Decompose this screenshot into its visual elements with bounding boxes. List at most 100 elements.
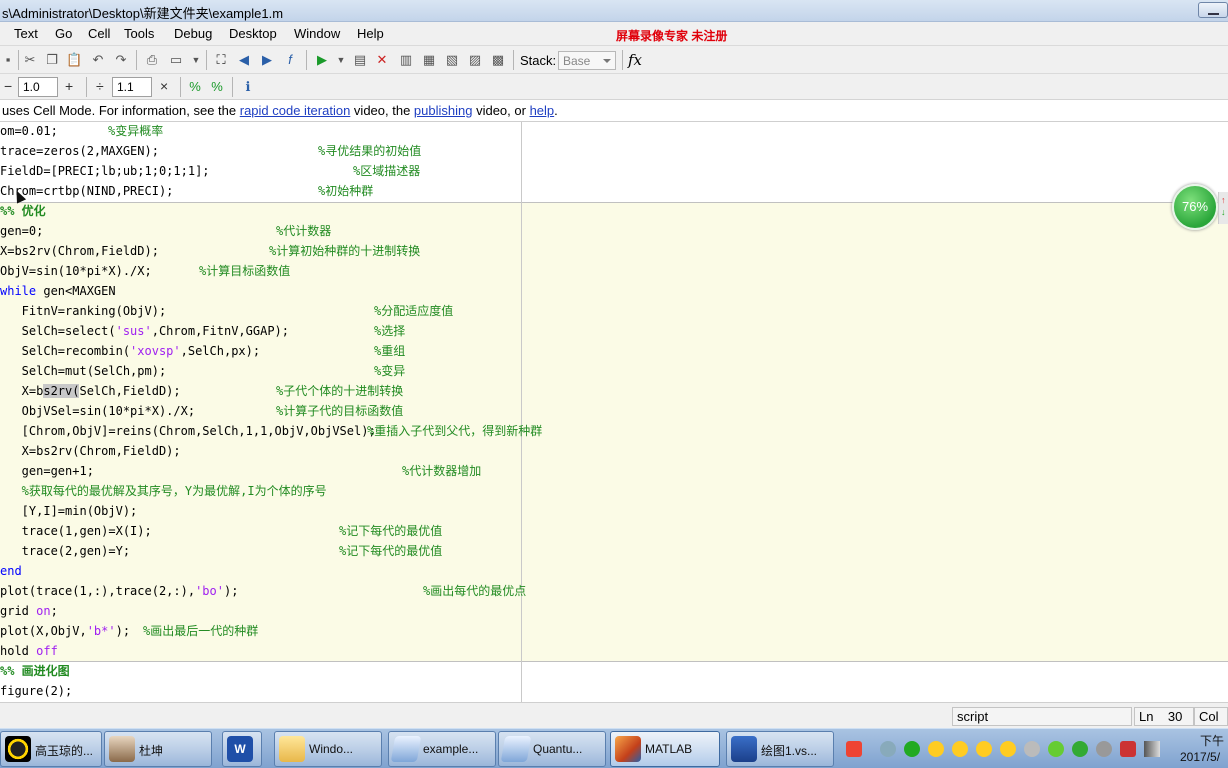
code-line[interactable]: end (0, 561, 22, 581)
multiply-icon[interactable]: × (160, 78, 168, 94)
code-line[interactable]: [Chrom,ObjV]=reins(Chrom,SelCh,1,1,ObjV,… (0, 421, 376, 441)
chevron-down-icon[interactable]: ▼ (336, 52, 346, 68)
menu-go[interactable]: Go (55, 26, 72, 41)
code-line[interactable]: FitnV=ranking(ObjV); (0, 301, 167, 321)
code-line[interactable]: while gen<MAXGEN (0, 281, 116, 301)
decrement-value-input[interactable]: 1.0 (18, 77, 58, 97)
code-line[interactable]: grid on; (0, 601, 58, 621)
back-arrow-icon[interactable]: ◀ (236, 52, 252, 68)
signal-bars-icon[interactable] (1144, 741, 1160, 757)
qq-penguin-icon (5, 736, 31, 762)
speaker-icon[interactable] (1024, 741, 1040, 757)
code-line[interactable]: plot(X,ObjV,'b*'); (0, 621, 130, 641)
continue-icon[interactable]: ▨ (467, 52, 483, 68)
volume-icon[interactable] (1096, 741, 1112, 757)
code-line[interactable]: trace(1,gen)=X(I); (0, 521, 152, 541)
code-line[interactable]: gen=gen+1; (0, 461, 94, 481)
taskbar-item-quantum[interactable]: Quantu... (498, 731, 606, 767)
cell-title[interactable]: %% 画进化图 (0, 661, 70, 681)
breakpoint-set-icon[interactable]: ▤ (352, 52, 368, 68)
code-line[interactable]: FieldD=[PRECI;lb;ub;1;0;1;1]; (0, 161, 210, 181)
code-line[interactable]: SelCh=select('sus',Chrom,FitnV,GGAP); (0, 321, 289, 341)
taskbar-item-visio[interactable]: 绘图1.vs... (726, 731, 834, 767)
code-line[interactable]: SelCh=mut(SelCh,pm); (0, 361, 167, 381)
step-in-icon[interactable]: ▦ (421, 52, 437, 68)
code-line[interactable]: hold off (0, 641, 58, 661)
shield-icon[interactable] (1072, 741, 1088, 757)
menu-help[interactable]: Help (357, 26, 384, 41)
qq-icon[interactable] (952, 741, 968, 757)
info-icon[interactable]: ℹ (240, 79, 256, 95)
code-line[interactable]: X=bs2rv(SelCh,FieldD); (0, 381, 181, 401)
comment-add-icon[interactable]: % (187, 79, 203, 95)
exit-debug-icon[interactable]: ▩ (490, 52, 506, 68)
code-line[interactable]: plot(trace(1,:),trace(2,:),'bo'); (0, 581, 238, 601)
chevron-down-icon[interactable]: ▼ (191, 52, 201, 68)
find-binoculars-icon[interactable]: ⛶ (213, 52, 229, 68)
menu-text[interactable]: Text (14, 26, 38, 41)
taskbar-item-windows-explorer[interactable]: Windo... (274, 731, 382, 767)
function-browser-icon[interactable]: f (282, 52, 298, 68)
cell-title[interactable]: %% 优化 (0, 201, 46, 221)
code-line[interactable]: om=0.01; (0, 122, 58, 141)
rapid-code-iteration-link[interactable]: rapid code iteration (240, 103, 351, 118)
code-line[interactable]: X=bs2rv(Chrom,FieldD); (0, 441, 181, 461)
publishing-link[interactable]: publishing (414, 103, 473, 118)
system-clock[interactable]: 下午 2017/5/ (1180, 733, 1224, 765)
stack-select[interactable]: Base (558, 51, 616, 70)
show-functions-icon[interactable]: ▭ (168, 52, 184, 68)
security-plus-icon[interactable] (1048, 741, 1064, 757)
qq-icon[interactable] (1000, 741, 1016, 757)
increment-icon[interactable]: + (65, 78, 73, 94)
breakpoint-clear-icon[interactable]: ✕ (374, 52, 390, 68)
save-icon[interactable]: ▪ (0, 52, 16, 68)
decrement-icon[interactable]: − (4, 78, 12, 94)
copy-icon[interactable]: ❐ (44, 52, 60, 68)
taskbar-item-qq-chat[interactable]: 高玉琼的... (0, 731, 102, 767)
code-line[interactable]: gen=0; (0, 221, 43, 241)
code-editor[interactable]: om=0.01; %变异概率 trace=zeros(2,MAXGEN); %寻… (0, 122, 1228, 702)
menu-debug[interactable]: Debug (174, 26, 212, 41)
code-line[interactable]: ObjV=sin(10*pi*X)./X; (0, 261, 152, 281)
code-line[interactable]: [Y,I]=min(ObjV); (0, 501, 138, 521)
taskbar-item-matlab[interactable]: MATLAB (610, 731, 720, 767)
code-line[interactable]: trace(2,gen)=Y; (0, 541, 130, 561)
menu-tools[interactable]: Tools (124, 26, 154, 41)
step-out-icon[interactable]: ▧ (444, 52, 460, 68)
taskbar-item-contact[interactable]: 杜坤 (104, 731, 212, 767)
code-line[interactable]: ObjVSel=sin(10*pi*X)./X; (0, 401, 195, 421)
code-line[interactable]: SelCh=recombin('xovsp',SelCh,px); (0, 341, 260, 361)
code-comment-line[interactable]: %获取每代的最优解及其序号，Y为最优解,I为个体的序号 (0, 481, 327, 501)
code-line[interactable]: X=bs2rv(Chrom,FieldD); (0, 241, 159, 261)
taskbar-item-example-editor[interactable]: example... (388, 731, 496, 767)
code-text: gen=gen+1; (0, 464, 94, 478)
help-link[interactable]: help (530, 103, 555, 118)
sogou-input-icon[interactable] (846, 741, 862, 757)
speed-meter-badge[interactable]: 76% (1172, 184, 1218, 230)
code-line[interactable]: trace=zeros(2,MAXGEN); (0, 141, 159, 161)
thermometer-icon[interactable] (880, 741, 896, 757)
menu-desktop[interactable]: Desktop (229, 26, 277, 41)
paste-icon[interactable]: 📋 (66, 52, 82, 68)
code-line[interactable]: Chrom=crtbp(NIND,PRECI); (0, 181, 173, 201)
print-icon[interactable]: ⎙ (144, 52, 160, 68)
step-icon[interactable]: ▥ (398, 52, 414, 68)
comment-remove-icon[interactable]: % (209, 79, 225, 95)
menu-cell[interactable]: Cell (88, 26, 110, 41)
divide-value-input[interactable]: 1.1 (112, 77, 152, 97)
minimize-button[interactable] (1198, 2, 1228, 18)
cut-icon[interactable]: ✂ (22, 52, 38, 68)
fx-button[interactable]: fx (628, 51, 642, 69)
code-line[interactable]: figure(2); (0, 681, 72, 701)
redo-icon[interactable]: ↷ (113, 52, 129, 68)
forward-arrow-icon[interactable]: ▶ (259, 52, 275, 68)
taskbar-item-word[interactable]: W (222, 731, 262, 767)
usb-device-icon[interactable] (1120, 741, 1136, 757)
divide-icon[interactable]: ÷ (96, 78, 104, 94)
undo-icon[interactable]: ↶ (90, 52, 106, 68)
run-icon[interactable]: ▶ (314, 52, 330, 68)
qq-icon[interactable] (976, 741, 992, 757)
menu-window[interactable]: Window (294, 26, 340, 41)
network-monitor-icon[interactable] (904, 741, 920, 757)
qq-icon[interactable] (928, 741, 944, 757)
